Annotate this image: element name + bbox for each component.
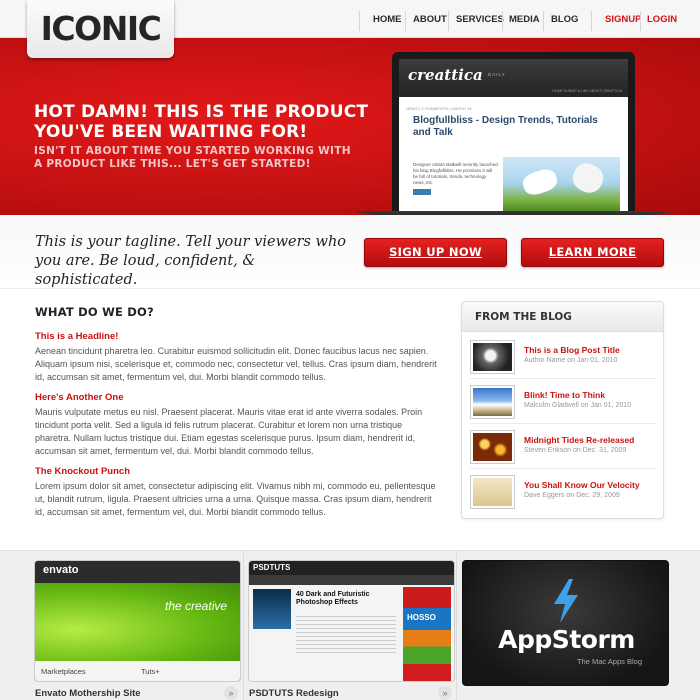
portfolio-separator	[243, 551, 244, 700]
envato-bar: envato	[35, 561, 240, 583]
blog-post-meta: Malcolm Gladwell on Jan 01, 2010	[524, 402, 632, 409]
blog-post-thumbnail[interactable]	[470, 475, 515, 509]
envato-hero: the creative	[35, 583, 240, 661]
nav-separator	[543, 11, 544, 31]
nav-separator	[405, 11, 406, 31]
screen-header: creattica DAILY HOME SUBMIT A LINK ABOUT…	[399, 59, 628, 97]
blog-post-title[interactable]: Midnight Tides Re-released	[524, 435, 634, 445]
envato-tagline: the creative	[165, 599, 228, 613]
portfolio-item[interactable]: PSDTUTS 40 Dark and Futuristic Photoshop…	[248, 551, 455, 700]
content-block: The Knockout Punch Lorem ipsum dolor sit…	[35, 465, 440, 519]
block-text: Lorem ipsum dolor sit amet, consectetur …	[35, 481, 436, 517]
blog-post-title[interactable]: You Shall Know Our Velocity	[524, 480, 640, 490]
screen-more-button	[413, 189, 431, 195]
blog-post-title[interactable]: This is a Blog Post Title	[524, 345, 620, 355]
nav-login[interactable]: LOGIN	[647, 8, 677, 32]
appstorm-logo: AppStorm	[498, 625, 635, 654]
blog-sidebar-title: FROM THE BLOG	[462, 302, 663, 332]
portfolio-thumbnail[interactable]: PSDTUTS 40 Dark and Futuristic Photoshop…	[248, 560, 455, 682]
envato-tuts: Tuts+	[141, 667, 160, 676]
nav-separator	[502, 11, 503, 31]
nav-separator	[359, 11, 360, 31]
psdtuts-nav	[249, 575, 454, 585]
hero-subheadline: ISN'T IT ABOUT TIME YOU STARTED WORKING …	[34, 145, 351, 170]
psdtuts-ads: HOSSO	[403, 587, 451, 681]
portfolio-strip: envato the creative Marketplaces Tuts+ E…	[0, 550, 700, 700]
divider	[0, 288, 700, 289]
arrow-right-icon[interactable]: »	[438, 686, 452, 700]
psdtuts-text-lines	[296, 613, 396, 653]
blog-sidebar: FROM THE BLOG This is a Blog Post Title …	[461, 301, 664, 519]
envato-logo: envato	[43, 564, 79, 576]
learn-more-button[interactable]: LEARN MORE	[521, 238, 664, 267]
psdtuts-ad-hosso: HOSSO	[407, 613, 436, 622]
psdtuts-bar: PSDTUTS	[249, 561, 454, 575]
blog-post-meta: Dave Eggers on Dec. 29, 2009	[524, 492, 620, 499]
what-do-we-do-title: WHAT DO WE DO?	[35, 305, 154, 319]
blog-post-thumbnail[interactable]	[470, 340, 515, 374]
logo-text: ICONIC	[40, 9, 162, 48]
block-heading[interactable]: This is a Headline!	[35, 330, 440, 343]
blog-post-item[interactable]: You Shall Know Our Velocity Dave Eggers …	[470, 474, 656, 514]
blog-post-title[interactable]: Blink! Time to Think	[524, 390, 605, 400]
blog-post-meta: Author Name on Jan 01, 2010	[524, 357, 618, 364]
envato-footer: Marketplaces Tuts+	[35, 661, 240, 681]
lightning-bolt-icon	[554, 579, 578, 623]
blog-post-thumbnail[interactable]	[470, 430, 515, 464]
tagline: This is your tagline. Tell your viewers …	[35, 234, 347, 288]
psdtuts-headline: 40 Dark and Futuristic Photoshop Effects	[296, 591, 370, 606]
blog-post-item[interactable]: Blink! Time to Think Malcolm Gladwell on…	[470, 384, 656, 424]
screen-post-title: Blogfullbliss - Design Trends, Tutorials…	[413, 115, 598, 138]
portfolio-separator	[456, 551, 457, 700]
logo[interactable]: ICONIC	[27, 0, 174, 58]
screen-brand: creattica	[408, 66, 483, 84]
portfolio-item[interactable]: envato the creative Marketplaces Tuts+ E…	[34, 551, 241, 700]
laptop-mockup: creattica DAILY HOME SUBMIT A LINK ABOUT…	[392, 52, 635, 215]
screen-sky-image	[503, 157, 620, 215]
sign-up-now-button[interactable]: SIGN UP NOW	[364, 238, 507, 267]
portfolio-caption[interactable]: Envato Mothership Site	[35, 688, 141, 699]
content-block: This is a Headline! Aenean tincidunt pha…	[35, 330, 440, 384]
portfolio-thumbnail[interactable]: AppStorm The Mac Apps Blog	[462, 560, 669, 686]
screen-post-meta: NEWS | 3 COMMENTS | MARCH 18	[406, 106, 472, 111]
block-text: Mauris vulputate metus eu nisl. Praesent…	[35, 407, 423, 456]
blog-post-meta: Steven Erikson on Dec. 31, 2009	[524, 447, 627, 454]
screen-post-body: Designer Adrian Balkwill recently launch…	[413, 162, 498, 185]
nav-services[interactable]: SERVICES	[456, 8, 504, 32]
screen-brand-daily: DAILY	[488, 72, 506, 77]
appstorm-tagline: The Mac Apps Blog	[576, 657, 642, 666]
nav-separator	[640, 11, 641, 31]
block-heading[interactable]: Here's Another One	[35, 391, 440, 404]
portfolio-caption[interactable]: PSDTUTS Redesign	[249, 688, 339, 699]
screen-mini-nav: HOME SUBMIT A LINK ABOUT CREATTICA	[552, 89, 622, 93]
nav-about[interactable]: ABOUT	[413, 8, 447, 32]
nav-home[interactable]: HOME	[373, 8, 402, 32]
page: ICONIC HOME ABOUT SERVICES MEDIA BLOG SI…	[0, 0, 700, 700]
envato-marketplaces: Marketplaces	[41, 667, 86, 676]
psdtuts-post-image	[253, 589, 291, 629]
laptop-screen: creattica DAILY HOME SUBMIT A LINK ABOUT…	[399, 59, 628, 215]
psdtuts-logo: PSDTUTS	[253, 563, 291, 572]
content-block: Here's Another One Mauris vulputate metu…	[35, 391, 440, 458]
arrow-right-icon[interactable]: »	[224, 686, 238, 700]
block-text: Aenean tincidunt pharetra leo. Curabitur…	[35, 346, 437, 382]
blog-post-item[interactable]: Midnight Tides Re-released Steven Erikso…	[470, 429, 656, 469]
nav-signup[interactable]: SIGNUP	[605, 8, 641, 32]
portfolio-thumbnail[interactable]: envato the creative Marketplaces Tuts+	[34, 560, 241, 682]
nav-media[interactable]: MEDIA	[509, 8, 540, 32]
nav-blog[interactable]: BLOG	[551, 8, 578, 32]
hero-headline: HOT DAMN! THIS IS THE PRODUCT YOU'VE BEE…	[34, 102, 369, 142]
portfolio-item[interactable]: AppStorm The Mac Apps Blog	[462, 551, 669, 700]
nav-separator	[591, 11, 592, 31]
block-heading[interactable]: The Knockout Punch	[35, 465, 440, 478]
blog-post-item[interactable]: This is a Blog Post Title Author Name on…	[470, 339, 656, 379]
blog-post-thumbnail[interactable]	[470, 385, 515, 419]
nav-separator	[448, 11, 449, 31]
